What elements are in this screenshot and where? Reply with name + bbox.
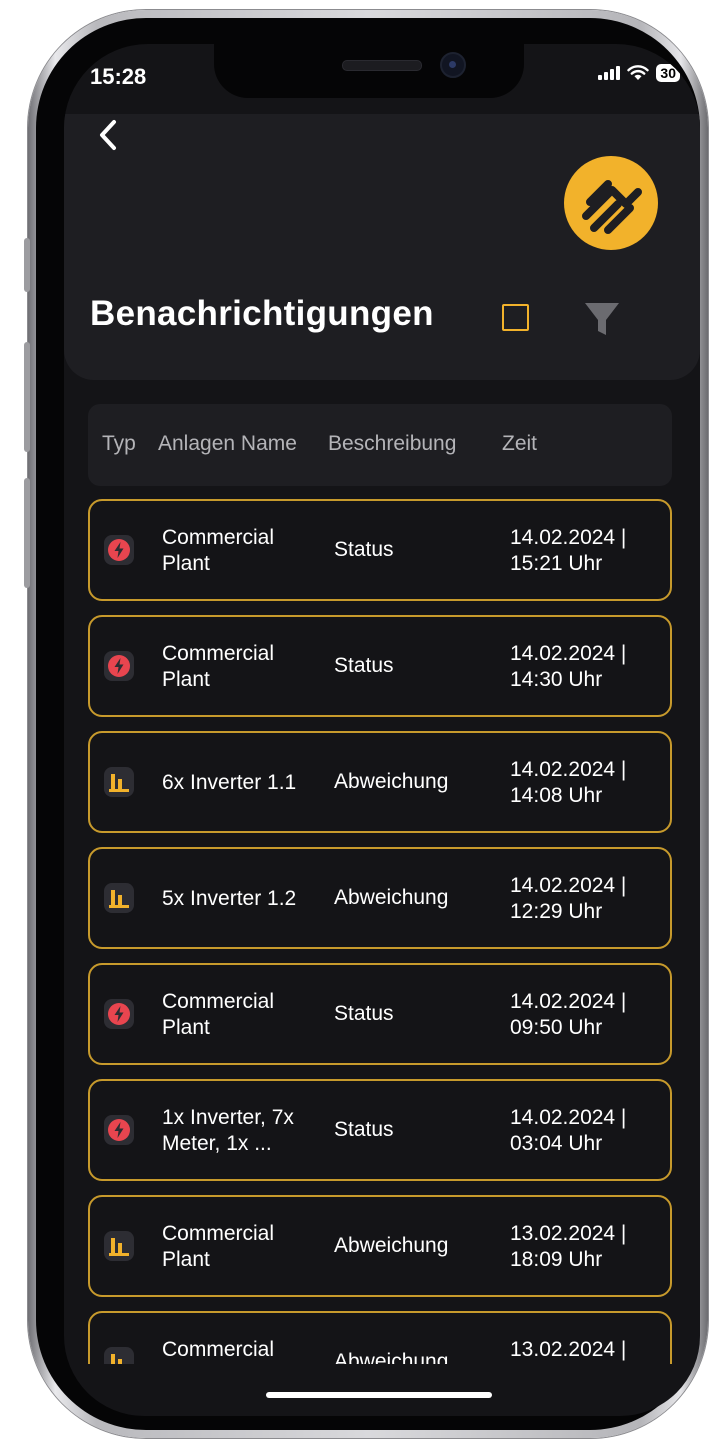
volume-up-button [24,342,30,452]
description: Status [334,1118,394,1141]
back-button[interactable] [94,114,124,156]
plant-name: Commercial Plant [162,990,275,1039]
notification-row[interactable]: 6x Inverter 1.1 Abweichung 14.02.2024 | … [88,731,672,833]
volume-down-button [24,478,30,588]
lightning-bolt-icon [108,539,130,561]
description: Abweichung [334,1350,449,1364]
type-icon-slot [104,651,134,681]
wifi-icon [627,65,650,80]
signal-icon [598,66,621,80]
chevron-left-icon [100,120,116,150]
notification-row[interactable]: 1x Inverter, 7x Meter, 1x ... Status 14.… [88,1079,672,1181]
column-header-description: Beschreibung [328,432,457,455]
timestamp: 14.02.2024 | 14:30 Uhr [510,642,627,691]
plant-name: Commercial Plant [162,642,275,691]
description: Status [334,654,394,677]
silent-switch [24,238,30,292]
description: Abweichung [334,886,449,909]
timestamp: 13.02.2024 | [510,1338,627,1361]
plant-name: Commercial Plant [162,1222,275,1271]
notification-row[interactable]: Commercial Plant Status 14.02.2024 | 15:… [88,499,672,601]
timestamp: 14.02.2024 | 12:29 Uhr [510,874,627,923]
timestamp: 13.02.2024 | 18:09 Uhr [510,1222,627,1271]
status-icons: 30 [598,64,680,82]
notch [214,44,524,98]
description: Status [334,1002,394,1025]
home-indicator [266,1392,492,1398]
type-icon-slot [104,1347,134,1364]
logo-icon [582,180,642,234]
column-header-plant-name: Anlagen Name [158,432,297,455]
lightning-bolt-icon [108,1119,130,1141]
bar-chart-icon [109,890,129,908]
filter-icon [585,303,619,335]
timestamp: 14.02.2024 | 09:50 Uhr [510,990,627,1039]
description: Abweichung [334,770,449,793]
type-icon-slot [104,883,134,913]
plant-name: 5x Inverter 1.2 [162,887,297,910]
timestamp: 14.02.2024 | 14:08 Uhr [510,758,627,807]
lightning-bolt-icon [108,655,130,677]
battery-indicator: 30 [656,64,680,82]
type-icon-slot [104,999,134,1029]
app-screen: 15:28 30 Benachrichtigungen Typ Anlagen [64,44,700,1416]
bar-chart-icon [109,774,129,792]
notification-row[interactable]: Commercial Abweichung 13.02.2024 | [88,1311,672,1364]
timestamp: 14.02.2024 | 03:04 Uhr [510,1106,627,1155]
column-header-time: Zeit [502,432,538,455]
plant-name: Commercial Plant [162,526,275,575]
notification-row[interactable]: 5x Inverter 1.2 Abweichung 14.02.2024 | … [88,847,672,949]
earpiece-speaker [342,60,422,71]
column-header-type: Typ [102,432,136,455]
filter-button[interactable] [582,299,622,339]
notification-list[interactable]: Commercial Plant Status 14.02.2024 | 15:… [88,499,672,1364]
type-icon-slot [104,1231,134,1261]
plant-name: 6x Inverter 1.1 [162,771,297,794]
bar-chart-icon [111,1354,122,1364]
bar-chart-icon [109,1238,129,1256]
notification-row[interactable]: Commercial Plant Status 14.02.2024 | 09:… [88,963,672,1065]
type-icon-slot [104,1115,134,1145]
front-camera [440,52,466,78]
type-icon-slot [104,535,134,565]
description: Abweichung [334,1234,449,1257]
table-header: Typ Anlagen Name Beschreibung Zeit [88,404,672,486]
select-all-checkbox[interactable] [502,304,529,331]
notification-row[interactable]: Commercial Plant Status 14.02.2024 | 14:… [88,615,672,717]
lightning-bolt-icon [108,1003,130,1025]
timestamp: 14.02.2024 | 15:21 Uhr [510,526,627,575]
status-time: 15:28 [90,64,147,89]
plant-name: 1x Inverter, 7x Meter, 1x ... [162,1106,294,1155]
notification-row[interactable]: Commercial Plant Abweichung 13.02.2024 |… [88,1195,672,1297]
brand-logo[interactable] [564,156,658,250]
type-icon-slot [104,767,134,797]
description: Status [334,538,394,561]
plant-name: Commercial [162,1338,275,1361]
page-title: Benachrichtigungen [90,294,434,333]
